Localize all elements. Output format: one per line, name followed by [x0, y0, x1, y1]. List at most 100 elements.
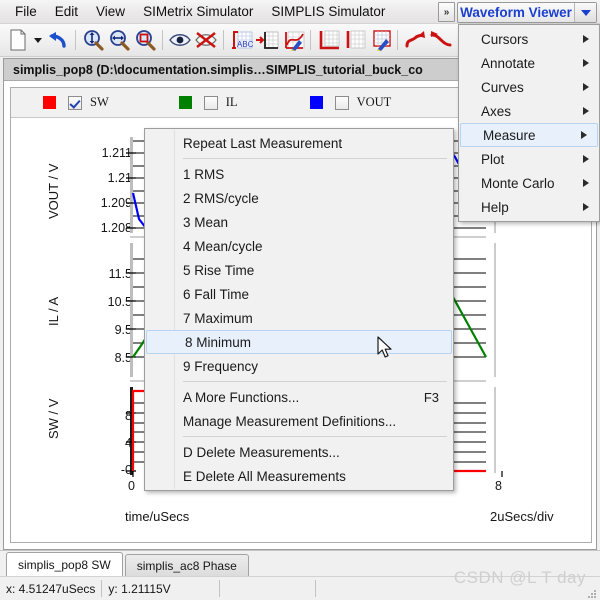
zoom-box-icon[interactable]: [132, 27, 158, 53]
menu-item-cursors[interactable]: Cursors: [459, 27, 599, 51]
submenu-arrow-icon: [583, 35, 589, 43]
menu-item-label: 1 RMS: [183, 166, 225, 182]
menu-item-label: Manage Measurement Definitions...: [183, 413, 397, 429]
menu-item-help[interactable]: Help: [459, 195, 599, 219]
eye-icon[interactable]: [167, 27, 193, 53]
edit-curve-icon[interactable]: [280, 27, 306, 53]
menu-item-label: 9 Frequency: [183, 358, 259, 374]
edit-grid-icon[interactable]: [367, 27, 393, 53]
menu-item-label: 4 Mean/cycle: [183, 238, 263, 254]
menu-item-maximum[interactable]: 7 Maximum: [145, 306, 453, 330]
menu-item-mean-per-cycle[interactable]: 4 Mean/cycle: [145, 234, 453, 258]
undo-icon[interactable]: [45, 27, 71, 53]
zoom-horizontal-icon[interactable]: [106, 27, 132, 53]
legend-label-il: IL: [225, 95, 238, 109]
waveform-viewer-combobox[interactable]: Waveform Viewer: [457, 2, 597, 23]
watermark: CSDN @L T day: [453, 568, 586, 587]
menu-separator: [183, 436, 447, 437]
menu-item-plot[interactable]: Plot: [459, 147, 599, 171]
menu-item-label: A More Functions...: [183, 389, 300, 405]
waveform-viewer-label: Waveform Viewer: [460, 5, 572, 20]
menu-separator: [183, 158, 447, 159]
toolbar-separator: [310, 30, 311, 50]
menu-item-minimum[interactable]: 8 Minimum: [146, 330, 452, 354]
legend-checkbox-vout[interactable]: [334, 95, 349, 110]
menu-edit[interactable]: Edit: [46, 2, 87, 22]
menu-simplis-simulator[interactable]: SIMPLIS Simulator: [262, 2, 394, 22]
legend-item-vout[interactable]: VOUT: [309, 95, 392, 110]
menu-item-delete-measurements[interactable]: D Delete Measurements...: [145, 440, 453, 464]
menu-item-label: Monte Carlo: [481, 175, 555, 191]
menu-simetrix-simulator[interactable]: SIMetrix Simulator: [134, 2, 262, 22]
menu-item-label: Cursors: [481, 31, 529, 47]
menu-item-fall-time[interactable]: 6 Fall Time: [145, 282, 453, 306]
resize-grip[interactable]: [586, 587, 598, 599]
menu-view[interactable]: View: [87, 2, 134, 22]
menu-item-annotate[interactable]: Annotate: [459, 51, 599, 75]
measure-submenu: Repeat Last Measurement 1 RMS 2 RMS/cycl…: [144, 128, 454, 491]
submenu-arrow-icon: [583, 83, 589, 91]
menu-item-label: Axes: [481, 103, 512, 119]
toolbar-separator: [162, 30, 163, 50]
tab-simplis-ac8-phase[interactable]: simplis_ac8 Phase: [124, 554, 249, 576]
menu-item-frequency[interactable]: 9 Frequency: [145, 354, 453, 378]
menu-item-repeat-last-measurement[interactable]: Repeat Last Measurement: [145, 131, 453, 155]
menu-item-label: Help: [481, 199, 509, 215]
curve-forward-icon[interactable]: [402, 27, 428, 53]
legend-color-il: [178, 96, 192, 109]
svg-text:ABC: ABC: [237, 40, 253, 49]
toolbar-separator: [75, 30, 76, 50]
menu-item-label: E Delete All Measurements: [183, 468, 346, 484]
grid-axes-icon[interactable]: [315, 27, 341, 53]
tab-label: simplis_pop8 SW: [18, 557, 111, 572]
chevron-down-icon[interactable]: [574, 3, 596, 22]
submenu-arrow-icon: [583, 155, 589, 163]
submenu-arrow-icon: [583, 179, 589, 187]
menu-item-label: Curves: [481, 79, 524, 95]
menu-item-measure[interactable]: Measure: [460, 123, 598, 147]
eye-off-icon[interactable]: [193, 27, 219, 53]
menu-item-label: 8 Minimum: [185, 334, 252, 350]
menu-item-axes[interactable]: Axes: [459, 99, 599, 123]
legend-item-il[interactable]: IL: [178, 95, 238, 110]
menu-separator: [183, 381, 447, 382]
toolbar-separator: [397, 30, 398, 50]
toolbar-overflow-icon[interactable]: »: [438, 2, 455, 22]
menu-item-manage-measurement-definitions[interactable]: Manage Measurement Definitions...: [145, 409, 453, 433]
legend-checkbox-il[interactable]: [203, 95, 218, 110]
menu-file[interactable]: File: [6, 2, 46, 22]
toolbar-separator: [223, 30, 224, 50]
menu-item-label: 6 Fall Time: [183, 286, 250, 302]
menu-item-rms-per-cycle[interactable]: 2 RMS/cycle: [145, 186, 453, 210]
new-document-dropdown-icon[interactable]: [31, 27, 45, 53]
add-text-icon[interactable]: ABC: [228, 27, 254, 53]
menu-item-rms[interactable]: 1 RMS: [145, 162, 453, 186]
menu-item-more-functions[interactable]: A More Functions... F3: [145, 385, 453, 409]
menu-item-delete-all-measurements[interactable]: E Delete All Measurements: [145, 464, 453, 488]
tab-label: simplis_ac8 Phase: [136, 558, 237, 573]
menu-item-mean[interactable]: 3 Mean: [145, 210, 453, 234]
menu-item-label: Annotate: [481, 55, 536, 71]
menu-item-label: 3 Mean: [183, 214, 229, 230]
zoom-vertical-icon[interactable]: [80, 27, 106, 53]
grid-icon[interactable]: [341, 27, 367, 53]
submenu-arrow-icon: [581, 131, 587, 139]
new-document-icon[interactable]: [5, 27, 31, 53]
legend-label-vout: VOUT: [356, 95, 392, 109]
legend-checkbox-sw[interactable]: [68, 95, 82, 110]
tab-simplis-pop8-sw[interactable]: simplis_pop8 SW: [6, 552, 123, 576]
menu-item-label: Plot: [481, 151, 505, 167]
status-y-readout: y: 1.21115V: [102, 580, 221, 597]
legend-item-sw[interactable]: SW: [43, 95, 109, 110]
menu-item-accelerator: F3: [423, 389, 439, 405]
menu-item-rise-time[interactable]: 5 Rise Time: [145, 258, 453, 282]
add-axis-icon[interactable]: [254, 27, 280, 53]
menu-item-monte-carlo[interactable]: Monte Carlo: [459, 171, 599, 195]
menu-bar: File Edit View SIMetrix Simulator SIMPLI…: [0, 0, 600, 24]
status-x-readout: x: 4.51247uSecs: [0, 580, 103, 597]
waveform-viewer-menu: Cursors Annotate Curves Axes Measure Plo…: [458, 24, 600, 222]
submenu-arrow-icon: [583, 59, 589, 67]
legend-label-sw: SW: [90, 95, 109, 109]
curve-back-icon[interactable]: [428, 27, 454, 53]
menu-item-curves[interactable]: Curves: [459, 75, 599, 99]
